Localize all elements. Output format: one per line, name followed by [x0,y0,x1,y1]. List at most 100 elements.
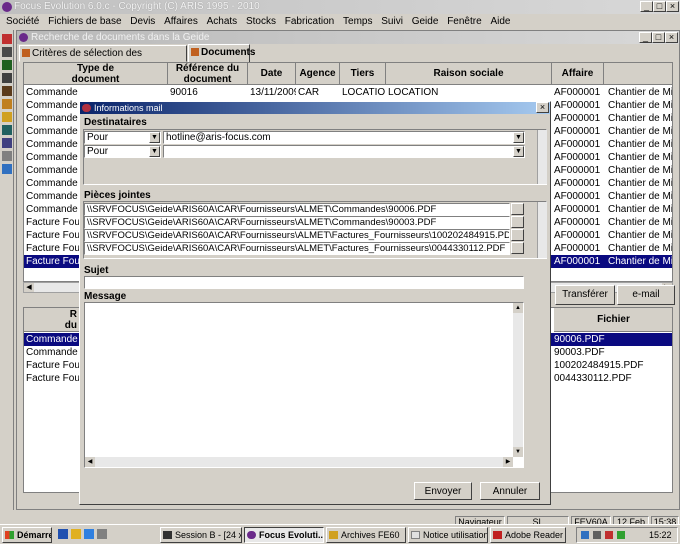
lower-col-header-fichier[interactable]: Fichier [554,308,672,332]
windows-taskbar: Démarrer Session B - [24 x... Focus Evol… [0,524,680,544]
message-h-scrollbar[interactable]: ◀ ▶ [85,457,513,467]
word-icon[interactable] [58,529,68,539]
recipient-address-select-2[interactable]: ▼ [163,145,525,158]
tool-globe-icon[interactable] [2,164,12,174]
left-toolbar [0,30,14,510]
tool-box-icon[interactable] [2,60,12,70]
system-tray: 15:22 [576,527,678,543]
task-focus-evolution[interactable]: Focus Evoluti... [244,527,324,543]
scroll-left-icon[interactable]: ◀ [85,457,95,467]
message-textarea[interactable]: ▲ ▼ ◀ ▶ [84,302,524,468]
message-v-scrollbar[interactable]: ▲ ▼ [513,303,523,457]
attachment-browse-button-4[interactable] [511,242,524,254]
menu-devis[interactable]: Devis [130,16,155,27]
app-icon[interactable] [97,529,107,539]
recipient-mode-select-1[interactable]: Pour ▼ [84,131,161,144]
menu-fichiers[interactable]: Fichiers de base [48,16,121,27]
menu-aide[interactable]: Aide [490,16,510,27]
attachment-field-3[interactable]: \\SRVFOCUS\Geide\ARIS60A\CAR\Fournisseur… [84,229,510,242]
col-header-affaire[interactable]: Affaire [552,63,604,85]
app-title: Focus Evolution 6.0.c - Copyright (C) AR… [14,1,260,12]
tray-volume-icon[interactable] [593,531,601,539]
menu-stocks[interactable]: Stocks [246,16,276,27]
menu-suivi[interactable]: Suivi [381,16,403,27]
task-session-b[interactable]: Session B - [24 x... [160,527,242,543]
menu-geide[interactable]: Geide [412,16,439,27]
lower-col-header[interactable]: Rdu [24,308,80,332]
scroll-right-icon[interactable]: ▶ [503,457,513,467]
ie-icon[interactable] [84,529,94,539]
attachment-field-2[interactable]: \\SRVFOCUS\Geide\ARIS60A\CAR\Fournisseur… [84,216,510,229]
col-header-agence[interactable]: Agence [296,63,340,85]
col-header-tiers[interactable]: Tiers [340,63,386,85]
tool-stack-icon[interactable] [2,86,12,96]
annuler-button[interactable]: Annuler [480,482,540,500]
transferer-button[interactable]: Transférer [555,285,615,305]
tool-search-icon[interactable] [2,138,12,148]
chevron-down-icon[interactable]: ▼ [149,132,160,143]
col-header-raison[interactable]: Raison sociale [386,63,552,85]
outlook-icon[interactable] [71,529,81,539]
recipient-mode-select-2[interactable]: Pour ▼ [84,145,161,158]
scroll-up-icon[interactable]: ▲ [513,303,523,313]
app-maximize-button[interactable]: □ [653,1,666,12]
child-title: Recherche de documents dans la Geide [31,32,210,43]
criteria-tab-icon [22,49,30,57]
task-archives[interactable]: Archives FE60 [326,527,406,543]
windows-logo-icon [5,531,14,539]
menu-fabrication[interactable]: Fabrication [285,16,334,27]
child-maximize-button[interactable]: □ [652,32,665,43]
tool-clock-icon[interactable] [2,125,12,135]
recipient-address-select-1[interactable]: hotline@aris-focus.com ▼ [163,131,525,144]
envoyer-button[interactable]: Envoyer [414,482,472,500]
table-row[interactable]: Commande 90016 13/11/2009 CAR LOCATIO LO… [24,86,672,99]
destinataires-label: Destinataires [84,117,147,128]
tray-network-icon[interactable] [581,531,589,539]
col-header-type[interactable]: Type de document [24,63,168,85]
dest-v-scrollbar[interactable] [537,130,547,184]
tray-clock[interactable]: 15:22 [649,530,672,540]
terminal-icon [163,531,172,539]
tab-criteres[interactable]: Critères de sélection des documents [19,45,187,74]
dialog-logo-icon [82,104,91,112]
menu-fenetre[interactable]: Fenêtre [447,16,481,27]
tool-pen-icon[interactable] [2,34,12,44]
menu-societe[interactable]: Société [6,16,39,27]
sujet-input[interactable] [84,276,524,289]
app-close-button[interactable]: × [666,1,679,12]
scroll-left-icon[interactable]: ◀ [24,283,34,292]
col-header-extra[interactable] [604,63,672,85]
tool-users-icon[interactable] [2,47,12,57]
child-close-button[interactable]: × [665,32,678,43]
app-minimize-button[interactable]: _ [640,1,653,12]
attachment-browse-button-3[interactable] [511,229,524,241]
tool-chart-icon[interactable] [2,73,12,83]
menu-temps[interactable]: Temps [343,16,372,27]
start-button[interactable]: Démarrer [2,527,52,543]
dialog-close-button[interactable]: × [536,102,549,113]
chevron-down-icon[interactable]: ▼ [513,146,524,157]
child-minimize-button[interactable]: _ [639,32,652,43]
menu-achats[interactable]: Achats [207,16,238,27]
chevron-down-icon[interactable]: ▼ [149,146,160,157]
scroll-down-icon[interactable]: ▼ [513,447,523,457]
tool-doc-icon[interactable] [2,99,12,109]
col-header-date[interactable]: Date [248,63,296,85]
tray-shield-icon[interactable] [605,531,613,539]
task-adobe[interactable]: Adobe Reader [490,527,566,543]
task-notice[interactable]: Notice utilisation ... [408,527,488,543]
menu-affaires[interactable]: Affaires [164,16,198,27]
attach-v-scrollbar[interactable] [537,202,547,258]
tool-gear-icon[interactable] [2,151,12,161]
attachment-field-1[interactable]: \\SRVFOCUS\Geide\ARIS60A\CAR\Fournisseur… [84,203,510,216]
attachment-field-4[interactable]: \\SRVFOCUS\Geide\ARIS60A\CAR\Fournisseur… [84,242,510,255]
attachment-browse-button-1[interactable] [511,203,524,215]
attachment-browse-button-2[interactable] [511,216,524,228]
tray-app-icon[interactable] [617,531,625,539]
tool-folder-icon[interactable] [2,112,12,122]
tab-documents[interactable]: Documents [188,44,255,62]
col-header-ref[interactable]: Référence du document [168,63,248,85]
pieces-jointes-label: Pièces jointes [84,190,151,201]
chevron-down-icon[interactable]: ▼ [513,132,524,143]
email-button[interactable]: e-mail [617,285,675,305]
